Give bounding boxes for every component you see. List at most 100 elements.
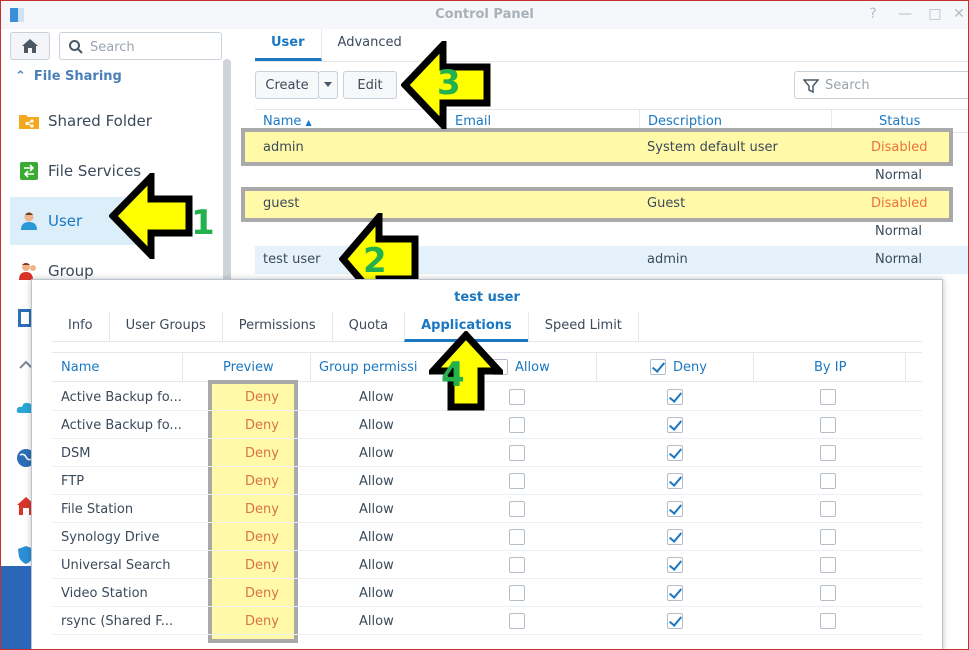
table-row[interactable]: Normal xyxy=(255,162,968,190)
tab-user[interactable]: User xyxy=(255,29,322,61)
by-ip-checkbox[interactable] xyxy=(820,417,836,433)
user-name: guest xyxy=(263,196,300,211)
by-ip-checkbox[interactable] xyxy=(820,445,836,461)
user-status: Disabled xyxy=(871,196,928,211)
tab-user-groups[interactable]: User Groups xyxy=(108,312,222,342)
column-by-ip[interactable]: By IP xyxy=(814,360,846,375)
tab-permissions[interactable]: Permissions xyxy=(221,312,332,342)
app-row[interactable]: rsync (Shared F... Deny Allow xyxy=(52,607,922,635)
deny-checkbox[interactable] xyxy=(667,445,683,461)
column-name[interactable]: Name xyxy=(61,360,99,375)
app-preview: Deny xyxy=(245,530,279,545)
app-group-permission: Allow xyxy=(359,474,394,489)
by-ip-checkbox[interactable] xyxy=(820,389,836,405)
allow-checkbox[interactable] xyxy=(509,557,525,573)
allow-checkbox[interactable] xyxy=(509,417,525,433)
app-row[interactable]: Active Backup fo... Deny Allow xyxy=(52,411,922,439)
column-allow[interactable]: Allow xyxy=(515,360,550,375)
allow-checkbox[interactable] xyxy=(509,445,525,461)
deny-checkbox[interactable] xyxy=(667,585,683,601)
sidebar-scrollbar[interactable] xyxy=(223,59,231,284)
app-group-permission: Allow xyxy=(359,558,394,573)
app-preview: Deny xyxy=(245,390,279,405)
app-name: DSM xyxy=(61,446,91,461)
deny-checkbox[interactable] xyxy=(667,613,683,629)
home-button[interactable] xyxy=(10,32,50,60)
app-name: Universal Search xyxy=(61,558,171,573)
tab-speed-limit[interactable]: Speed Limit xyxy=(527,312,639,342)
deny-all-checkbox[interactable] xyxy=(650,359,666,375)
deny-checkbox[interactable] xyxy=(667,473,683,489)
user-name: admin xyxy=(263,140,304,155)
by-ip-checkbox[interactable] xyxy=(820,473,836,489)
deny-checkbox[interactable] xyxy=(667,501,683,517)
sidebar-item-shared-folder[interactable]: Shared Folder xyxy=(10,97,212,145)
table-row[interactable]: admin System default user Disabled xyxy=(255,134,968,162)
app-row[interactable]: Synology Drive Deny Allow xyxy=(52,523,922,551)
desktop-background xyxy=(1,566,31,649)
deny-checkbox[interactable] xyxy=(667,389,683,405)
allow-checkbox[interactable] xyxy=(509,389,525,405)
deny-checkbox[interactable] xyxy=(667,529,683,545)
allow-checkbox[interactable] xyxy=(509,613,525,629)
column-deny[interactable]: Deny xyxy=(673,360,707,375)
file-services-icon xyxy=(20,162,38,180)
by-ip-checkbox[interactable] xyxy=(820,585,836,601)
user-status: Disabled xyxy=(871,140,928,155)
by-ip-checkbox[interactable] xyxy=(820,529,836,545)
app-row[interactable]: FTP Deny Allow xyxy=(52,467,922,495)
column-name[interactable]: Name ▲ xyxy=(263,114,312,129)
by-ip-checkbox[interactable] xyxy=(820,501,836,517)
close-icon[interactable]: ✕ xyxy=(949,6,968,22)
allow-checkbox[interactable] xyxy=(509,529,525,545)
column-separator xyxy=(596,353,597,382)
allow-checkbox[interactable] xyxy=(509,585,525,601)
main-tabs: User Advanced xyxy=(255,29,418,61)
minimize-icon[interactable]: — xyxy=(895,6,915,22)
user-status: Normal xyxy=(875,252,923,267)
column-preview[interactable]: Preview xyxy=(223,360,274,375)
help-icon[interactable]: ? xyxy=(863,6,883,22)
control-panel-window: Control Panel ? — □ ✕ Search ⌃ File Shari… xyxy=(0,0,969,650)
sidebar-item-label: User xyxy=(48,212,83,230)
app-row[interactable]: Video Station Deny Allow xyxy=(52,579,922,607)
tabs-divider xyxy=(255,61,968,62)
app-name: Synology Drive xyxy=(61,530,160,545)
app-group-permission: Allow xyxy=(359,446,394,461)
sort-asc-icon: ▲ xyxy=(305,118,312,127)
maximize-icon[interactable]: □ xyxy=(925,6,945,22)
section-file-sharing[interactable]: ⌃ File Sharing xyxy=(15,69,122,84)
create-button[interactable]: Create xyxy=(255,71,319,99)
user-search-input[interactable]: Search xyxy=(794,71,968,99)
column-separator xyxy=(310,353,311,382)
column-description[interactable]: Description xyxy=(648,114,722,129)
user-search-placeholder: Search xyxy=(825,78,870,93)
tab-info[interactable]: Info xyxy=(52,312,109,342)
arrow-pointer-1 xyxy=(109,173,193,259)
app-row[interactable]: File Station Deny Allow xyxy=(52,495,922,523)
deny-checkbox[interactable] xyxy=(667,417,683,433)
column-status[interactable]: Status xyxy=(879,114,920,129)
allow-checkbox[interactable] xyxy=(509,501,525,517)
deny-checkbox[interactable] xyxy=(667,557,683,573)
app-name: Active Backup fo... xyxy=(61,418,182,433)
app-group-permission: Allow xyxy=(359,530,394,545)
app-name: FTP xyxy=(61,474,85,489)
sidebar-search-input[interactable]: Search xyxy=(59,32,222,60)
app-preview: Deny xyxy=(245,502,279,517)
tab-quota[interactable]: Quota xyxy=(331,312,405,342)
by-ip-checkbox[interactable] xyxy=(820,557,836,573)
app-row[interactable]: DSM Deny Allow xyxy=(52,439,922,467)
app-row[interactable]: Universal Search Deny Allow xyxy=(52,551,922,579)
app-preview: Deny xyxy=(245,586,279,601)
annotation-number-2: 2 xyxy=(363,241,387,281)
by-ip-checkbox[interactable] xyxy=(820,613,836,629)
app-name: rsync (Shared F... xyxy=(61,614,174,629)
sidebar-item-label: Shared Folder xyxy=(48,112,152,130)
app-group-permission: Allow xyxy=(359,614,394,629)
column-group-permission[interactable]: Group permissi xyxy=(319,360,419,375)
allow-checkbox[interactable] xyxy=(509,473,525,489)
sidebar-search-placeholder: Search xyxy=(90,40,135,55)
edit-button[interactable]: Edit xyxy=(343,71,397,99)
create-dropdown-button[interactable] xyxy=(318,71,338,99)
